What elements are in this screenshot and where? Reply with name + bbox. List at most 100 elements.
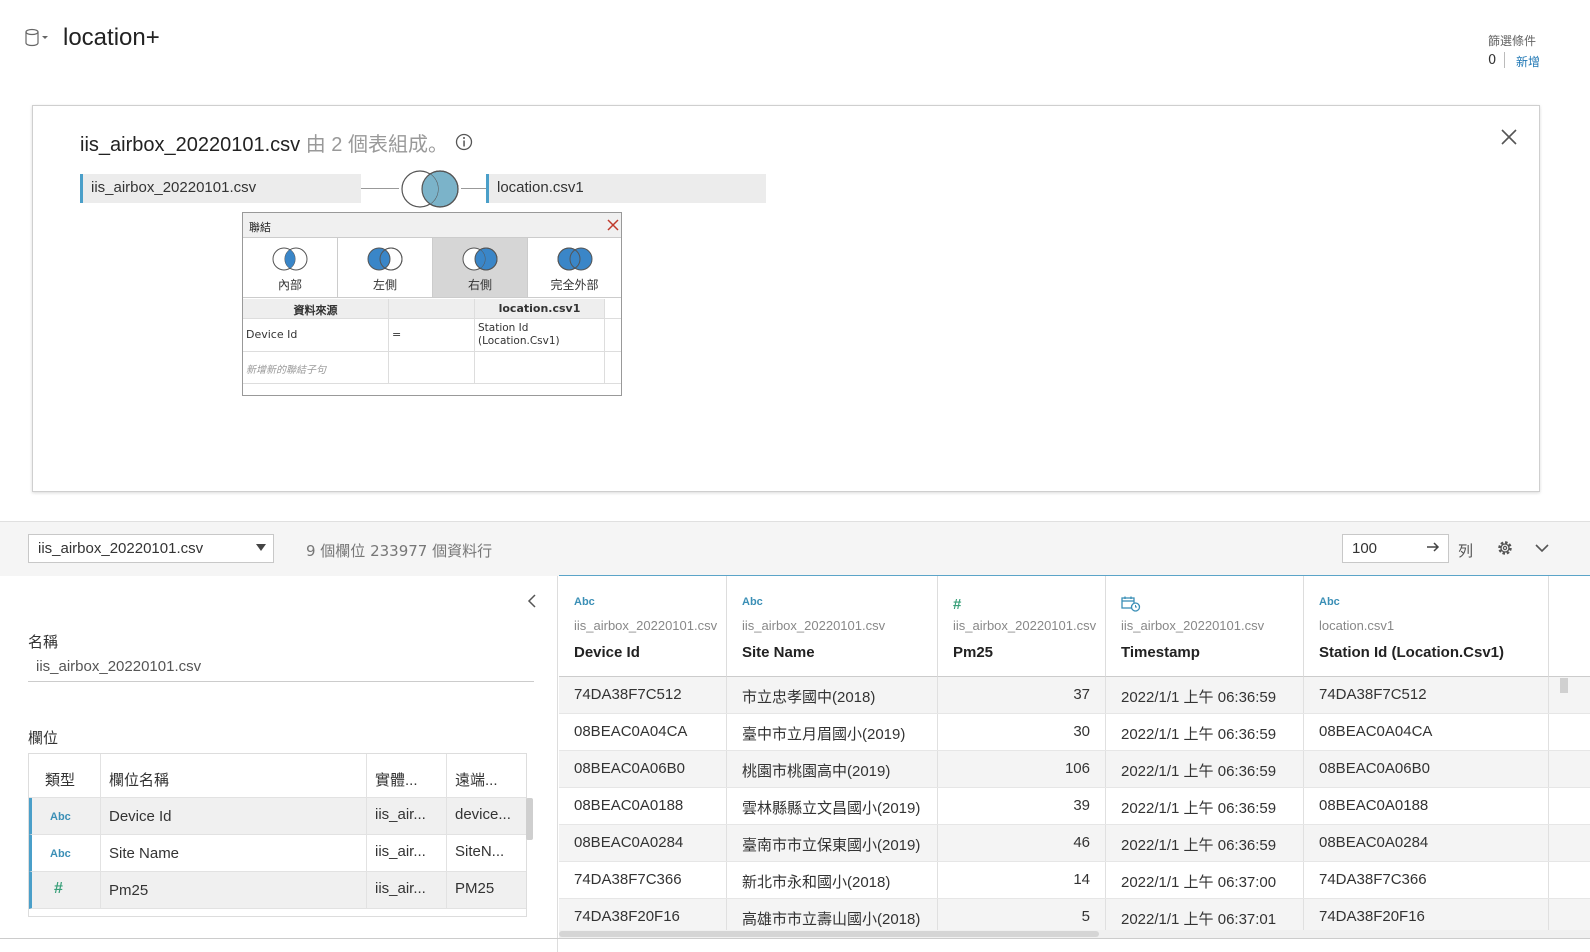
table-row[interactable]: 08BEAC0A06B0 桃園市桃園高中(2019) 106 2022/1/1 上午 …	[559, 751, 1590, 788]
join-clause-right-field[interactable]: Station Id (Location.Csv1)	[475, 319, 605, 351]
table-cell[interactable]: 2022/1/1 上午 06:36:59	[1106, 788, 1304, 824]
table-cell[interactable]: 新北市永和國小(2018)	[727, 862, 938, 898]
data-grid: Abc iis_airbox_20220101.csv Device Id Ab…	[559, 576, 1590, 938]
table-cell[interactable]: 39	[938, 788, 1106, 824]
table-cell[interactable]: 2022/1/1 上午 06:36:59	[1106, 714, 1304, 750]
table-cell[interactable]: 市立忠孝國中(2018)	[727, 677, 938, 713]
column-header-overflow[interactable]	[1549, 576, 1590, 677]
field-physical: iis_air...	[367, 798, 447, 834]
table-cell[interactable]: 桃園市桃園高中(2019)	[727, 751, 938, 787]
join-type-left[interactable]: 左側	[338, 238, 433, 298]
number-type-icon: #	[953, 596, 962, 613]
field-name[interactable]: Pm25	[101, 872, 367, 908]
join-col-left-header: 資料來源	[243, 299, 389, 318]
table-cell[interactable]: 08BEAC0A04CA	[1304, 714, 1549, 750]
table-cell[interactable]: 08BEAC0A0188	[1304, 788, 1549, 824]
fields-table-header: 類型 欄位名稱 實體... 遠端...	[29, 754, 526, 798]
join-type-right[interactable]: 右側	[433, 238, 528, 298]
join-type-inner[interactable]: 內部	[243, 238, 338, 298]
table-cell[interactable]: 臺南市市立保東國小(2019)	[727, 825, 938, 861]
column-name: Site Name	[742, 644, 815, 661]
join-dialog: 聯結 內部 左側 右側 完全外部 資料來源 location.csv1 Devi…	[242, 212, 622, 396]
header-remote[interactable]: 遠端...	[447, 754, 526, 797]
table-cell[interactable]: 30	[938, 714, 1106, 750]
table-cell[interactable]: 08BEAC0A0188	[559, 788, 727, 824]
table-cell[interactable]: 46	[938, 825, 1106, 861]
gear-icon[interactable]	[1496, 539, 1514, 557]
join-connector-left	[361, 188, 399, 189]
table-cell[interactable]: 37	[938, 677, 1106, 713]
close-icon[interactable]	[607, 219, 619, 231]
table-cell[interactable]: 2022/1/1 上午 06:36:59	[1106, 751, 1304, 787]
field-row[interactable]: # Pm25 iis_air... PM25	[29, 872, 526, 909]
grid-vertical-scrollbar[interactable]	[1560, 678, 1568, 693]
table-cell[interactable]: 74DA38F7C366	[559, 862, 727, 898]
field-name[interactable]: Device Id	[101, 798, 367, 834]
column-name: Timestamp	[1121, 644, 1200, 661]
table-row[interactable]: 74DA38F7C512 市立忠孝國中(2018) 37 2022/1/1 上午 06…	[559, 677, 1590, 714]
grid-horizontal-scrollbar-thumb[interactable]	[559, 931, 1099, 937]
info-icon[interactable]	[455, 133, 473, 151]
chevron-left-icon[interactable]	[526, 594, 538, 608]
table-cell[interactable]: 臺中市立月眉國小(2019)	[727, 714, 938, 750]
join-empty-cell	[475, 352, 605, 383]
column-header-timestamp[interactable]: iis_airbox_20220101.csv Timestamp	[1106, 576, 1304, 677]
add-join-clause-row[interactable]: 新增新的聯結子句	[243, 352, 621, 384]
table-cell[interactable]: 74DA38F7C366	[1304, 862, 1549, 898]
table-cell[interactable]: 08BEAC0A0284	[1304, 825, 1549, 861]
table-cell[interactable]: 2022/1/1 上午 06:37:00	[1106, 862, 1304, 898]
right-table-pill[interactable]: location.csv1	[486, 174, 766, 203]
table-cell-overflow	[1549, 751, 1590, 787]
abc-type-icon: Abc	[32, 835, 101, 871]
database-icon[interactable]	[24, 28, 50, 48]
table-select[interactable]: iis_airbox_20220101.csv	[28, 534, 274, 563]
venn-right-icon	[462, 247, 498, 271]
field-remote: SiteN...	[455, 843, 505, 860]
name-field[interactable]: iis_airbox_20220101.csv	[36, 658, 201, 675]
venn-icon[interactable]	[398, 169, 462, 209]
go-arrow-icon[interactable]	[1426, 540, 1440, 554]
column-header-station-id[interactable]: Abc location.csv1 Station Id (Location.C…	[1304, 576, 1549, 677]
table-cell[interactable]: 2022/1/1 上午 06:36:59	[1106, 677, 1304, 713]
column-source: iis_airbox_20220101.csv	[1121, 618, 1265, 633]
left-table-pill[interactable]: iis_airbox_20220101.csv	[80, 174, 361, 203]
column-header-pm25[interactable]: # iis_airbox_20220101.csv Pm25	[938, 576, 1106, 677]
table-row[interactable]: 08BEAC0A0284 臺南市市立保東國小(2019) 46 2022/1/1 上午…	[559, 825, 1590, 862]
join-clause-operator[interactable]: =	[389, 319, 475, 351]
dropdown-arrow-icon[interactable]	[256, 544, 266, 552]
table-cell[interactable]: 74DA38F7C512	[1304, 677, 1549, 713]
abc-type-icon: Abc	[574, 596, 595, 608]
fields-scrollbar[interactable]	[526, 798, 533, 840]
column-header-site-name[interactable]: Abc iis_airbox_20220101.csv Site Name	[727, 576, 938, 677]
add-filter-link[interactable]: 新增	[1516, 53, 1540, 70]
chevron-down-icon[interactable]	[1535, 542, 1549, 554]
table-cell[interactable]: 08BEAC0A06B0	[559, 751, 727, 787]
header-physical[interactable]: 實體...	[367, 754, 447, 797]
column-header-device-id[interactable]: Abc iis_airbox_20220101.csv Device Id	[559, 576, 727, 677]
join-clause-row[interactable]: Device Id = Station Id (Location.Csv1)	[243, 319, 621, 352]
close-icon[interactable]	[1500, 128, 1518, 146]
table-cell[interactable]: 106	[938, 751, 1106, 787]
canvas-title: iis_airbox_20220101.csv 由 2 個表組成。	[80, 128, 448, 157]
field-row[interactable]: Abc Device Id iis_air... device...	[29, 798, 526, 835]
table-cell[interactable]: 08BEAC0A04CA	[559, 714, 727, 750]
join-type-full-outer[interactable]: 完全外部	[528, 238, 621, 298]
table-row[interactable]: 08BEAC0A0188 雲林縣縣立文昌國小(2019) 39 2022/1/1 上午…	[559, 788, 1590, 825]
join-type-label: 右側	[467, 278, 492, 292]
join-clause-left-field[interactable]: Device Id	[243, 319, 389, 351]
field-name[interactable]: Site Name	[101, 835, 367, 871]
add-join-clause-link[interactable]: 新增新的聯結子句	[243, 352, 389, 383]
header-field-name[interactable]: 欄位名稱	[101, 754, 367, 797]
table-cell[interactable]: 2022/1/1 上午 06:36:59	[1106, 825, 1304, 861]
table-row[interactable]: 08BEAC0A04CA 臺中市立月眉國小(2019) 30 2022/1/1 上午 …	[559, 714, 1590, 751]
table-row[interactable]: 74DA38F7C366 新北市永和國小(2018) 14 2022/1/1 上午 0…	[559, 862, 1590, 899]
join-col-right-header: location.csv1	[475, 299, 605, 318]
venn-left-icon	[367, 247, 403, 271]
field-row[interactable]: Abc Site Name iis_air... SiteN...	[29, 835, 526, 872]
table-cell[interactable]: 雲林縣縣立文昌國小(2019)	[727, 788, 938, 824]
table-cell[interactable]: 14	[938, 862, 1106, 898]
table-cell[interactable]: 74DA38F7C512	[559, 677, 727, 713]
table-cell[interactable]: 08BEAC0A06B0	[1304, 751, 1549, 787]
table-cell[interactable]: 08BEAC0A0284	[559, 825, 727, 861]
header-type[interactable]: 類型	[29, 754, 101, 797]
